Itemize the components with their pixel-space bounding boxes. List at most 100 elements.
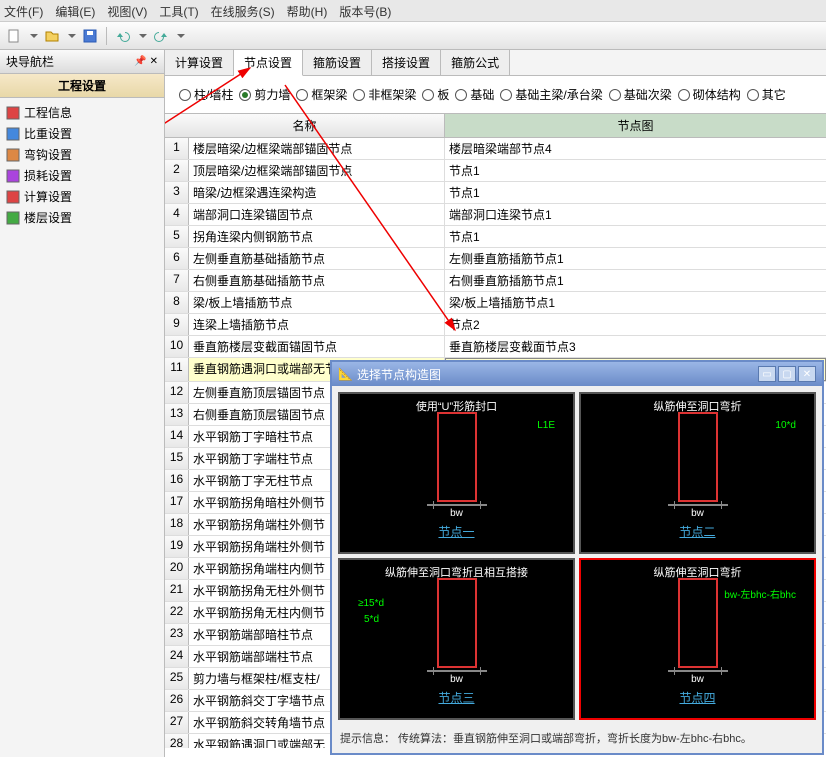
diagram-link[interactable]: 节点四 (679, 689, 715, 706)
nav-item-label: 损耗设置 (24, 167, 72, 184)
nav-item-icon (6, 127, 20, 141)
radio-item[interactable]: 基础 (455, 86, 494, 103)
radio-item[interactable]: 基础主梁/承台梁 (500, 86, 602, 103)
row-node[interactable]: 节点1 (445, 160, 826, 181)
row-number: 24 (165, 646, 189, 667)
diagram-link[interactable]: 节点三 (438, 689, 474, 706)
diagram-annotation: 10*d (775, 420, 796, 431)
tab-1[interactable]: 节点设置 (234, 50, 303, 76)
diagram-bw-label: bw (691, 508, 704, 519)
row-number: 26 (165, 690, 189, 711)
radio-item[interactable]: 框架梁 (296, 86, 347, 103)
open-dropdown-icon[interactable] (68, 34, 76, 38)
row-name: 端部洞口连梁锚固节点 (189, 204, 445, 225)
diagram-bw-label: bw (691, 674, 704, 685)
diagram-option[interactable]: 纵筋伸至洞口弯折10*dbw节点二 (579, 392, 816, 554)
nav-item[interactable]: 计算设置 (6, 186, 158, 207)
row-node[interactable]: 节点2 (445, 314, 826, 335)
table-row[interactable]: 9连梁上墙插筋节点节点2 (165, 314, 826, 336)
diagram-shape (437, 412, 477, 502)
table-row[interactable]: 8梁/板上墙插筋节点梁/板上墙插筋节点1 (165, 292, 826, 314)
row-number: 15 (165, 448, 189, 469)
table-row[interactable]: 2顶层暗梁/边框梁端部锚固节点节点1 (165, 160, 826, 182)
radio-label: 非框架梁 (368, 86, 416, 103)
row-number: 10 (165, 336, 189, 357)
save-icon[interactable] (82, 28, 98, 44)
row-name: 左侧垂直筋基础插筋节点 (189, 248, 445, 269)
table-row[interactable]: 5拐角连梁内侧钢筋节点节点1 (165, 226, 826, 248)
diagram-annotation: 5*d (364, 614, 379, 625)
popup-titlebar[interactable]: 📐 选择节点构造图 ▭ ▢ ✕ (332, 362, 822, 386)
left-panel-subtitle[interactable]: 工程设置 (0, 74, 164, 98)
open-icon[interactable] (44, 28, 60, 44)
new-doc-icon[interactable] (6, 28, 22, 44)
diagram-shape (437, 578, 477, 668)
diagram-shape (678, 412, 718, 502)
popup-minimize-icon[interactable]: ▭ (758, 366, 776, 382)
diagram-shape (678, 578, 718, 668)
row-name: 垂直筋楼层变截面锚固节点 (189, 336, 445, 357)
popup-hint: 提示信息： 传统算法：垂直钢筋伸至洞口或端部弯折，弯折长度为bw-左bhc-右b… (332, 726, 822, 750)
radio-item[interactable]: 柱/墙柱 (179, 86, 233, 103)
menu-online[interactable]: 在线服务(S) (211, 3, 275, 18)
row-node[interactable]: 楼层暗梁端部节点4 (445, 138, 826, 159)
diagram-link[interactable]: 节点二 (679, 523, 715, 540)
nav-item[interactable]: 比重设置 (6, 123, 158, 144)
radio-item[interactable]: 其它 (747, 86, 786, 103)
row-node[interactable]: 梁/板上墙插筋节点1 (445, 292, 826, 313)
undo-icon[interactable] (115, 28, 131, 44)
radio-item[interactable]: 砌体结构 (678, 86, 741, 103)
new-dropdown-icon[interactable] (30, 34, 38, 38)
redo-icon[interactable] (153, 28, 169, 44)
tab-0[interactable]: 计算设置 (165, 50, 234, 75)
row-node[interactable]: 右侧垂直筋插筋节点1 (445, 270, 826, 291)
diagram-option[interactable]: 使用“U”形筋封口L1Ebw节点一 (338, 392, 575, 554)
tab-2[interactable]: 箍筋设置 (303, 50, 372, 75)
menu-edit[interactable]: 编辑(E) (55, 3, 95, 18)
table-row[interactable]: 4端部洞口连梁锚固节点端部洞口连梁节点1 (165, 204, 826, 226)
diagram-option[interactable]: 纵筋伸至洞口弯折且相互搭接≥15*d5*dbw节点三 (338, 558, 575, 720)
radio-item[interactable]: 板 (422, 86, 449, 103)
table-row[interactable]: 6左侧垂直筋基础插筋节点左侧垂直筋插筋节点1 (165, 248, 826, 270)
tab-4[interactable]: 箍筋公式 (441, 50, 510, 75)
nav-item-icon (6, 106, 20, 120)
radio-icon (353, 89, 365, 101)
menu-version[interactable]: 版本号(B) (339, 3, 391, 18)
undo-dropdown-icon[interactable] (139, 34, 147, 38)
menu-view[interactable]: 视图(V) (107, 3, 147, 18)
tabs-bar: 计算设置节点设置箍筋设置搭接设置箍筋公式 (165, 50, 826, 76)
menu-tool[interactable]: 工具(T) (159, 3, 198, 18)
table-row[interactable]: 1楼层暗梁/边框梁端部锚固节点楼层暗梁端部节点4 (165, 138, 826, 160)
popup-maximize-icon[interactable]: ▢ (778, 366, 796, 382)
table-row[interactable]: 10垂直筋楼层变截面锚固节点垂直筋楼层变截面节点3 (165, 336, 826, 358)
tab-3[interactable]: 搭接设置 (372, 50, 441, 75)
row-node[interactable]: 左侧垂直筋插筋节点1 (445, 248, 826, 269)
table-row[interactable]: 7右侧垂直筋基础插筋节点右侧垂直筋插筋节点1 (165, 270, 826, 292)
radio-item[interactable]: 非框架梁 (353, 86, 416, 103)
diagram-link[interactable]: 节点一 (438, 523, 474, 540)
menu-help[interactable]: 帮助(H) (287, 3, 328, 18)
menu-file[interactable]: 文件(F) (4, 3, 43, 18)
row-name: 楼层暗梁/边框梁端部锚固节点 (189, 138, 445, 159)
row-number: 6 (165, 248, 189, 269)
row-node[interactable]: 端部洞口连梁节点1 (445, 204, 826, 225)
table-row[interactable]: 3暗梁/边框梁遇连梁构造节点1 (165, 182, 826, 204)
row-node[interactable]: 节点1 (445, 182, 826, 203)
nav-item[interactable]: 损耗设置 (6, 165, 158, 186)
row-node[interactable]: 节点1 (445, 226, 826, 247)
diagram-option[interactable]: 纵筋伸至洞口弯折bw-左bhc-右bhcbw节点四 (579, 558, 816, 720)
nav-item[interactable]: 工程信息 (6, 102, 158, 123)
pin-icon[interactable]: 📌 ✕ (134, 56, 158, 67)
col-name: 名称 (165, 114, 445, 137)
redo-dropdown-icon[interactable] (177, 34, 185, 38)
radio-item[interactable]: 剪力墙 (239, 86, 290, 103)
row-number: 2 (165, 160, 189, 181)
nav-tree: 工程信息比重设置弯钩设置损耗设置计算设置楼层设置 (0, 98, 164, 232)
row-number: 23 (165, 624, 189, 645)
radio-item[interactable]: 基础次梁 (609, 86, 672, 103)
nav-item[interactable]: 弯钩设置 (6, 144, 158, 165)
nav-item[interactable]: 楼层设置 (6, 207, 158, 228)
popup-close-icon[interactable]: ✕ (798, 366, 816, 382)
row-node[interactable]: 垂直筋楼层变截面节点3 (445, 336, 826, 357)
grid-header: 名称 节点图 (165, 114, 826, 138)
